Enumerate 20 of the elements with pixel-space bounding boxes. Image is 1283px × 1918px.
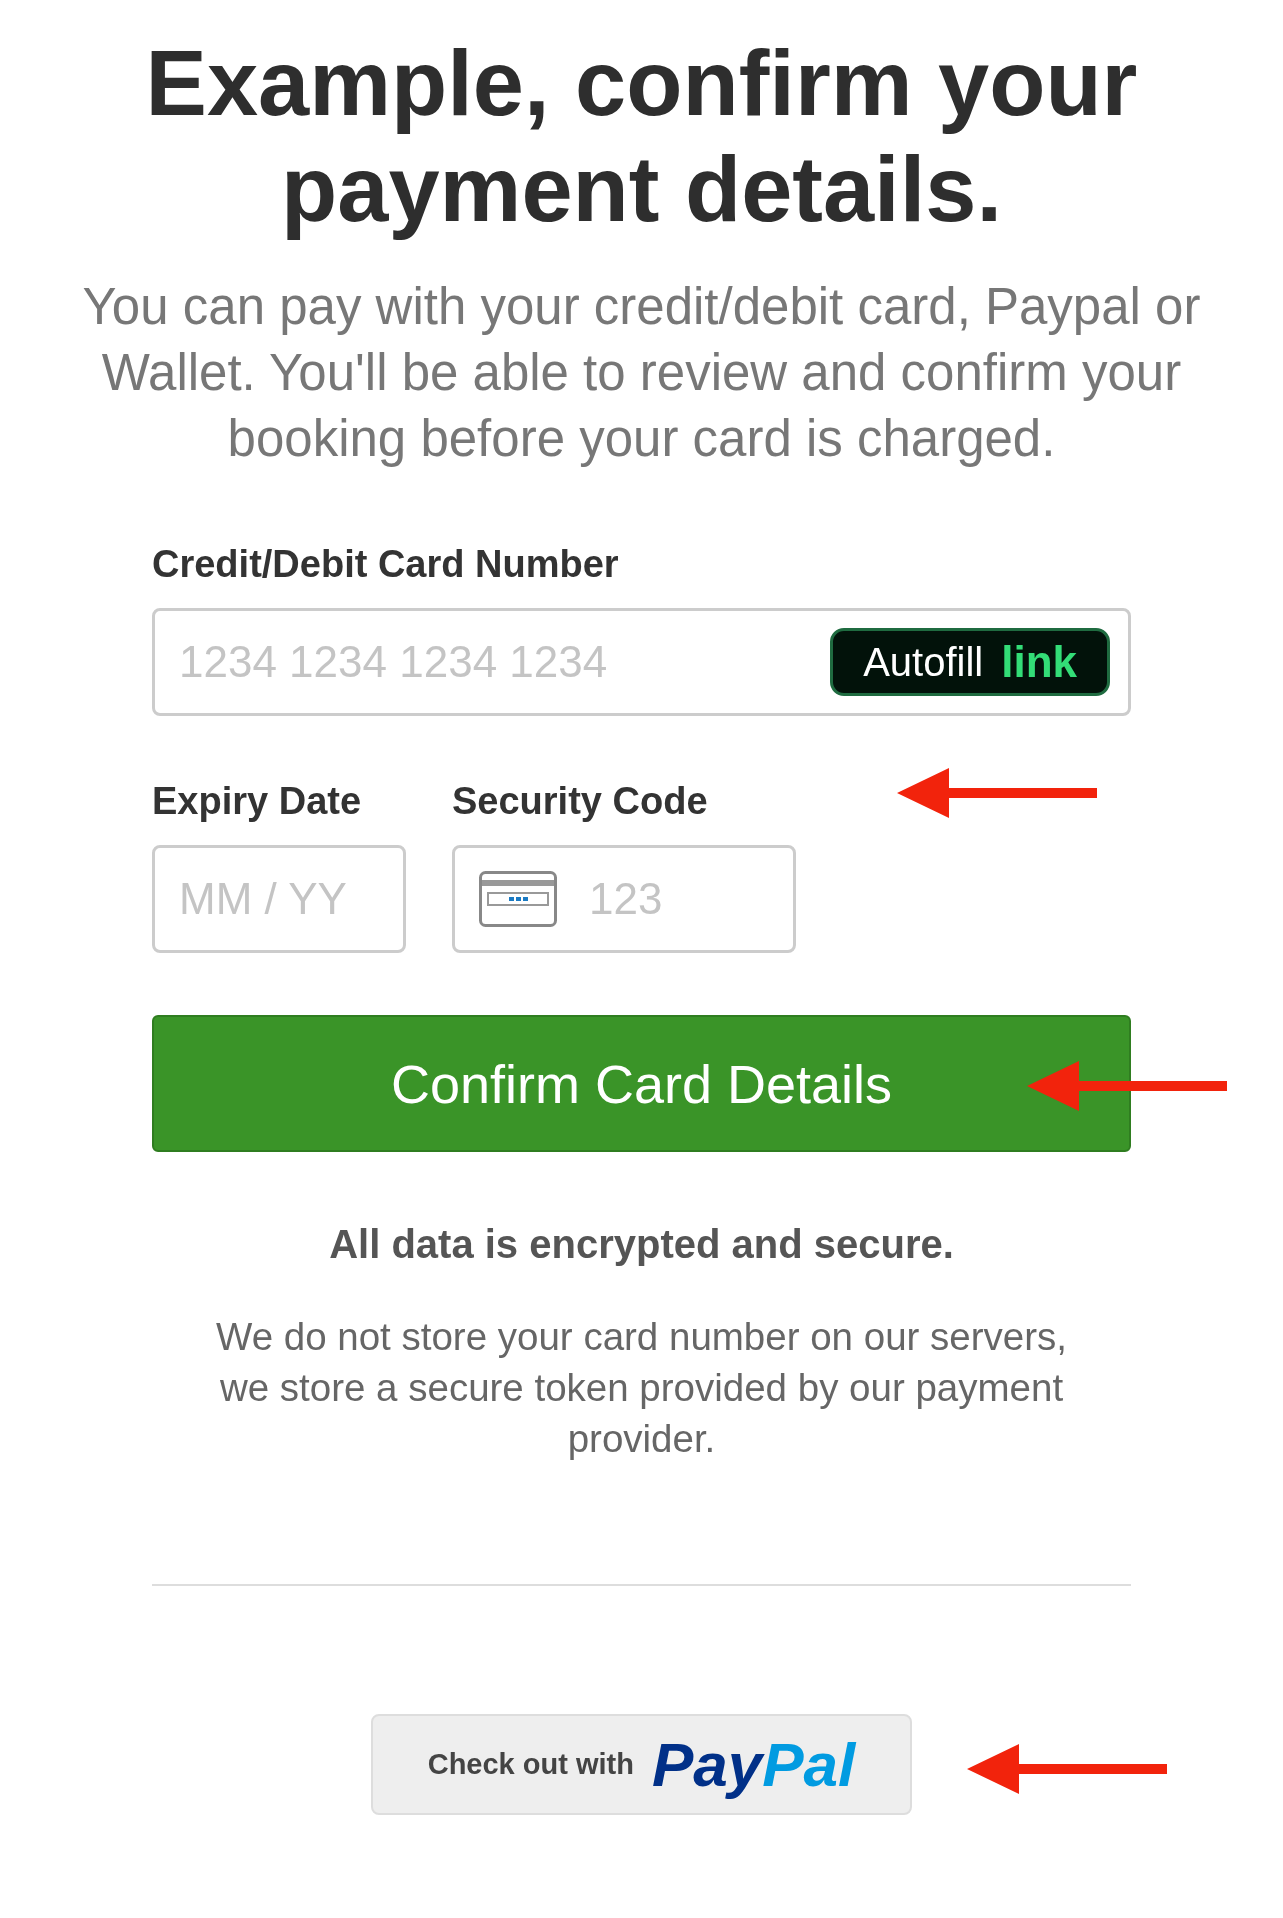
input-field[interactable]: 123 bbox=[589, 848, 769, 950]
arrow-icon bbox=[1027, 1061, 1227, 1111]
input-field[interactable]: 1234 1234 1234 1234 Autofill link bbox=[152, 608, 1131, 716]
paypal-button[interactable]: Check out with PayPal bbox=[371, 1714, 912, 1815]
input-field[interactable]: MM / YY bbox=[179, 848, 379, 950]
storage-note: We do not store your card number on our servers, we store a secure token provided by our payment provider. bbox=[215, 1314, 1068, 1462]
input-field[interactable]: MM / YY bbox=[152, 845, 406, 953]
intro-text: You can pay with your credit/debit card, Paypal or Wallet. You'll be able to review and confirm your booking before your card is charged. bbox=[81, 277, 1202, 469]
confirm-button[interactable]: Confirm Card Details bbox=[152, 1015, 1131, 1152]
autofill-button[interactable]: Autofill link bbox=[830, 628, 1110, 696]
field-label: Expiry Date bbox=[152, 780, 363, 823]
arrow-icon bbox=[967, 1744, 1167, 1794]
input-field[interactable]: 1234 1234 1234 1234 bbox=[179, 611, 799, 713]
input-field[interactable]: 123 bbox=[452, 845, 796, 953]
security-note: All data is encrypted and secure. bbox=[328, 1222, 955, 1267]
page-heading: Example, confirm your payment details. bbox=[144, 31, 1139, 242]
field-label: Security Code bbox=[452, 780, 709, 823]
card-icon bbox=[479, 871, 557, 927]
arrow-icon bbox=[897, 768, 1097, 818]
field-label: Credit/Debit Card Number bbox=[152, 543, 620, 586]
